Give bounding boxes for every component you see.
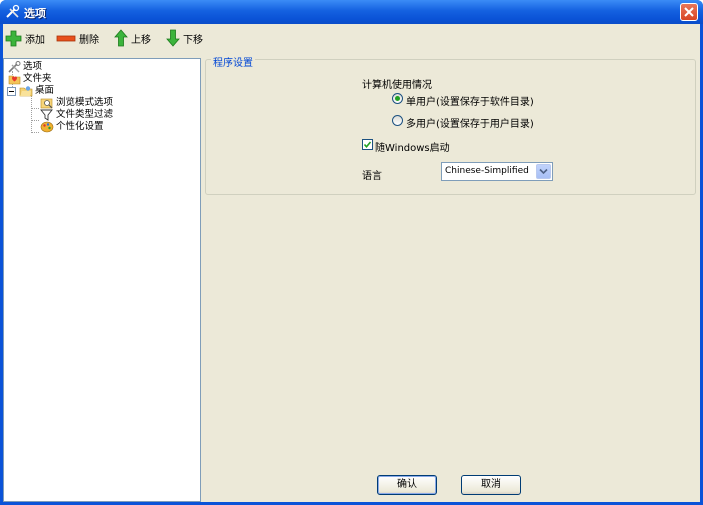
tree-item-browse-mode[interactable]: 浏览模式选项: [40, 97, 113, 109]
folder-heart-icon: [8, 75, 21, 85]
tree-item-label: 文件类型过滤: [56, 109, 114, 120]
tree-item-folder[interactable]: 文件夹: [8, 73, 52, 85]
tools-icon: [8, 61, 21, 73]
dropdown-button[interactable]: [536, 164, 551, 179]
palette-icon: [40, 121, 54, 133]
tree-item-desktop[interactable]: 桌面: [7, 85, 54, 97]
move-down-button[interactable]: 下移: [166, 28, 203, 48]
add-button[interactable]: 添加: [5, 28, 45, 48]
move-up-button[interactable]: 上移: [114, 28, 151, 48]
tree-item-label: 文件夹: [23, 73, 52, 84]
tree-item-label: 桌面: [35, 85, 55, 96]
browse-mode-icon: [40, 98, 53, 109]
desktop-folder-icon: [19, 86, 33, 97]
language-select[interactable]: Chinese-Simplified: [441, 162, 553, 181]
title-bar[interactable]: 选项: [0, 0, 703, 24]
tree-item-personalization[interactable]: 个性化设置: [40, 121, 104, 133]
window-title: 选项: [24, 7, 46, 20]
tree-item-options[interactable]: 选项: [8, 61, 42, 73]
arrow-up-icon: [114, 29, 128, 47]
usage-label: 计算机使用情况: [362, 80, 432, 91]
delete-button[interactable]: 删除: [56, 28, 99, 48]
tree-item-label: 选项: [23, 61, 43, 72]
startup-checkbox[interactable]: [362, 139, 373, 150]
close-icon: [684, 7, 694, 17]
single-user-label[interactable]: 单用户(设置保存于软件目录): [406, 93, 534, 108]
delete-label: 删除: [79, 34, 99, 46]
checkmark-icon: [363, 141, 372, 149]
tools-icon: [6, 4, 20, 18]
move-up-label: 上移: [131, 34, 151, 46]
toolbar: 添加 删除 上移 下移: [3, 26, 700, 48]
arrow-down-icon: [166, 29, 180, 47]
ok-button[interactable]: 确认: [377, 475, 437, 495]
client-area: 添加 删除 上移 下移 选项 文件夹 桌面 浏览模式选项 文件类型过滤 个性化设…: [3, 24, 700, 502]
filter-icon: [40, 109, 53, 121]
move-down-label: 下移: [183, 34, 203, 46]
language-label: 语言: [362, 171, 382, 182]
close-button[interactable]: [680, 3, 698, 21]
language-value: Chinese-Simplified: [445, 166, 529, 176]
add-label: 添加: [25, 34, 45, 46]
tree-line: [31, 108, 39, 109]
tree-line: [31, 95, 32, 133]
tree-line: [31, 132, 39, 133]
tree-line: [31, 120, 39, 121]
group-title: 程序设置: [211, 54, 255, 69]
collapse-toggle-icon[interactable]: [7, 86, 16, 96]
single-user-radio[interactable]: [392, 93, 403, 104]
startup-label[interactable]: 随Windows启动: [375, 139, 450, 154]
plus-icon: [5, 30, 22, 46]
options-tree[interactable]: 选项 文件夹 桌面 浏览模式选项 文件类型过滤 个性化设置: [3, 58, 201, 502]
cancel-button[interactable]: 取消: [461, 475, 521, 495]
multi-user-label[interactable]: 多用户(设置保存于用户目录): [406, 115, 534, 130]
multi-user-radio[interactable]: [392, 115, 403, 126]
tree-item-label: 浏览模式选项: [56, 97, 114, 108]
tree-item-label: 个性化设置: [56, 121, 104, 132]
options-window: 选项 添加 删除 上移 下移 选项 文件夹 桌面 浏览模式选项 文件类型过滤 个…: [0, 0, 703, 505]
minus-icon: [56, 35, 76, 41]
chevron-down-icon: [539, 168, 548, 175]
tree-item-file-filter[interactable]: 文件类型过滤: [40, 109, 113, 121]
